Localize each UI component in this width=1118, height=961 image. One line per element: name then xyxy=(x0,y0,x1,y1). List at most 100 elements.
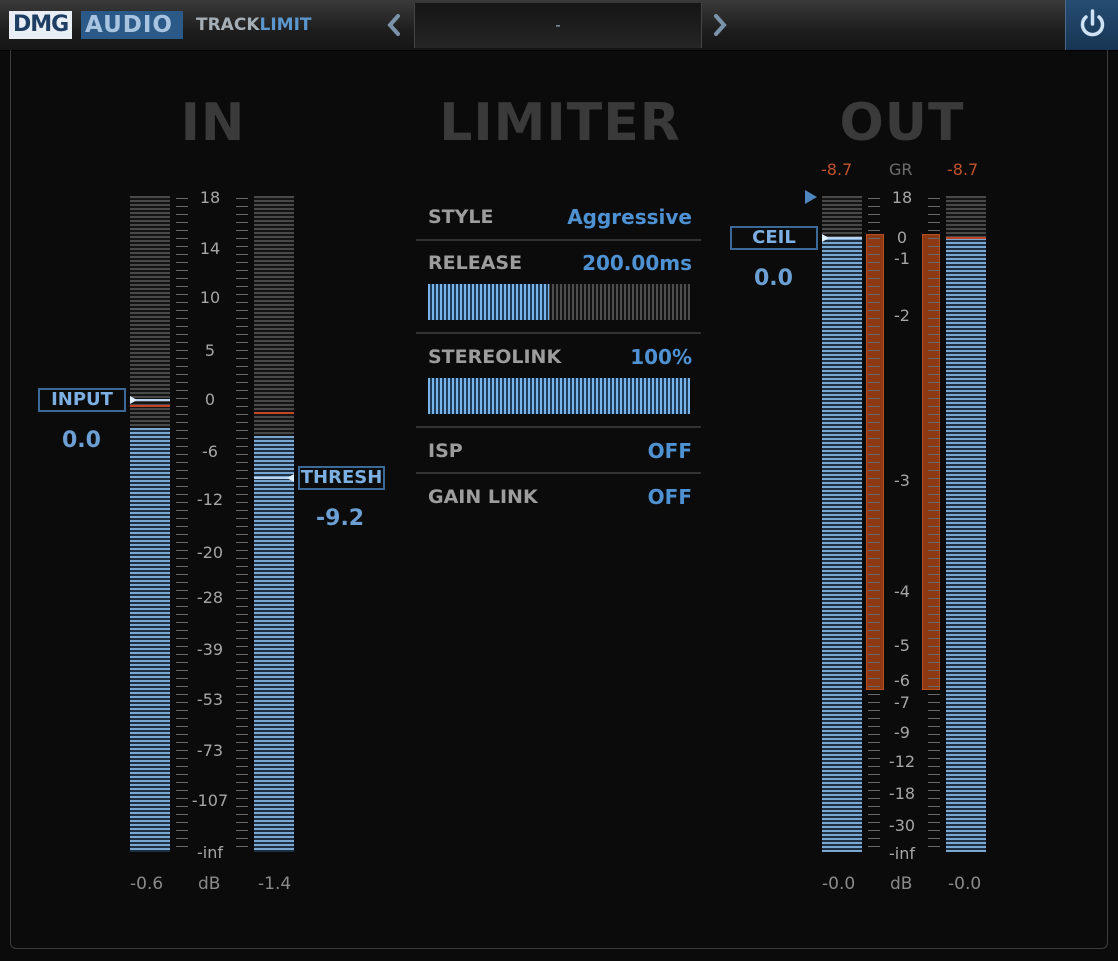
scale-tick xyxy=(868,566,880,567)
stereolink-value[interactable]: 100% xyxy=(630,345,692,369)
scale-tick xyxy=(868,366,880,367)
scale-tick xyxy=(176,206,188,207)
scale-tick xyxy=(176,726,188,727)
scale-tick xyxy=(868,726,880,727)
output-left-peak-readout: -0.0 xyxy=(822,874,856,894)
scale-tick xyxy=(236,806,248,807)
scale-tick xyxy=(236,350,248,351)
scale-tick xyxy=(176,750,188,751)
scale-tick xyxy=(868,710,880,711)
scale-tick xyxy=(236,254,248,255)
scale-tick xyxy=(236,422,248,423)
scale-label: -5 xyxy=(894,636,910,655)
scale-tick xyxy=(236,454,248,455)
scale-tick xyxy=(928,430,940,431)
scale-tick xyxy=(176,342,188,343)
input-meter-right-peak xyxy=(254,412,294,414)
preset-name-display[interactable]: - xyxy=(414,3,702,48)
scale-tick xyxy=(868,614,880,615)
scale-tick xyxy=(868,846,880,847)
gainlink-label: GAIN LINK xyxy=(428,486,538,508)
scale-tick xyxy=(236,430,248,431)
scale-tick xyxy=(928,558,940,559)
in-section-title: IN xyxy=(180,93,246,153)
scale-tick xyxy=(928,702,940,703)
scale-tick xyxy=(868,270,880,271)
scale-tick xyxy=(868,670,880,671)
top-bar: DMG AUDIO TRACKLIMIT - xyxy=(0,0,1118,51)
scale-tick xyxy=(928,526,940,527)
scale-tick xyxy=(868,502,880,503)
isp-toggle[interactable]: OFF xyxy=(648,439,692,463)
scale-tick xyxy=(236,246,248,247)
ceiling-control[interactable]: CEIL xyxy=(730,226,818,250)
stereolink-slider[interactable] xyxy=(428,378,690,414)
scale-tick xyxy=(176,830,188,831)
scale-tick xyxy=(928,470,940,471)
scale-tick xyxy=(928,326,940,327)
scale-tick xyxy=(868,238,880,239)
input-gain-handle[interactable] xyxy=(130,396,137,404)
preset-next-button[interactable] xyxy=(704,8,734,42)
scale-tick xyxy=(236,742,248,743)
out-section-title: OUT xyxy=(839,93,965,153)
scale-tick xyxy=(928,606,940,607)
release-value[interactable]: 200.00ms xyxy=(582,251,692,275)
scale-tick xyxy=(236,478,248,479)
scale-tick xyxy=(176,710,188,711)
scale-tick xyxy=(868,606,880,607)
scale-label: -inf xyxy=(197,843,223,862)
scale-tick xyxy=(928,678,940,679)
scale-tick xyxy=(236,238,248,239)
scale-tick xyxy=(176,510,188,511)
scale-tick xyxy=(176,654,188,655)
scale-tick xyxy=(176,782,188,783)
ceiling-handle[interactable] xyxy=(822,234,829,242)
threshold-control[interactable]: THRESH xyxy=(298,466,385,490)
gr-right-readout: -8.7 xyxy=(947,160,979,179)
scale-tick xyxy=(236,710,248,711)
gainlink-toggle[interactable]: OFF xyxy=(648,485,692,509)
scale-tick xyxy=(236,766,248,767)
scale-tick xyxy=(928,246,940,247)
scale-tick xyxy=(868,510,880,511)
scale-tick xyxy=(236,726,248,727)
scale-tick xyxy=(236,550,248,551)
scale-tick xyxy=(236,846,248,847)
scale-tick xyxy=(176,694,188,695)
scale-tick xyxy=(928,766,940,767)
scale-tick xyxy=(868,422,880,423)
release-slider[interactable] xyxy=(428,284,690,320)
power-button[interactable] xyxy=(1065,0,1118,50)
scale-tick xyxy=(868,406,880,407)
scale-tick xyxy=(928,406,940,407)
scale-tick xyxy=(928,646,940,647)
scale-tick xyxy=(176,622,188,623)
scale-tick xyxy=(868,342,880,343)
scale-tick xyxy=(236,582,248,583)
scale-tick xyxy=(176,838,188,839)
style-value[interactable]: Aggressive xyxy=(567,205,692,229)
scale-tick xyxy=(868,446,880,447)
scale-tick xyxy=(868,486,880,487)
input-gain-control[interactable]: INPUT xyxy=(38,388,126,412)
scale-tick xyxy=(236,686,248,687)
threshold-handle[interactable] xyxy=(287,474,294,482)
scale-tick xyxy=(928,294,940,295)
scale-tick xyxy=(928,726,940,727)
scale-tick xyxy=(928,230,940,231)
scale-label: -12 xyxy=(888,752,916,771)
scale-label: -30 xyxy=(888,816,916,835)
scale-tick xyxy=(928,654,940,655)
scale-tick xyxy=(868,198,880,199)
scale-tick xyxy=(176,670,188,671)
preset-prev-button[interactable] xyxy=(380,8,410,42)
scale-tick xyxy=(236,438,248,439)
scale-tick xyxy=(236,302,248,303)
scale-tick xyxy=(176,462,188,463)
scale-tick xyxy=(868,350,880,351)
scale-label: -28 xyxy=(196,588,224,607)
scale-tick xyxy=(176,582,188,583)
scale-tick xyxy=(236,270,248,271)
scale-tick xyxy=(176,382,188,383)
